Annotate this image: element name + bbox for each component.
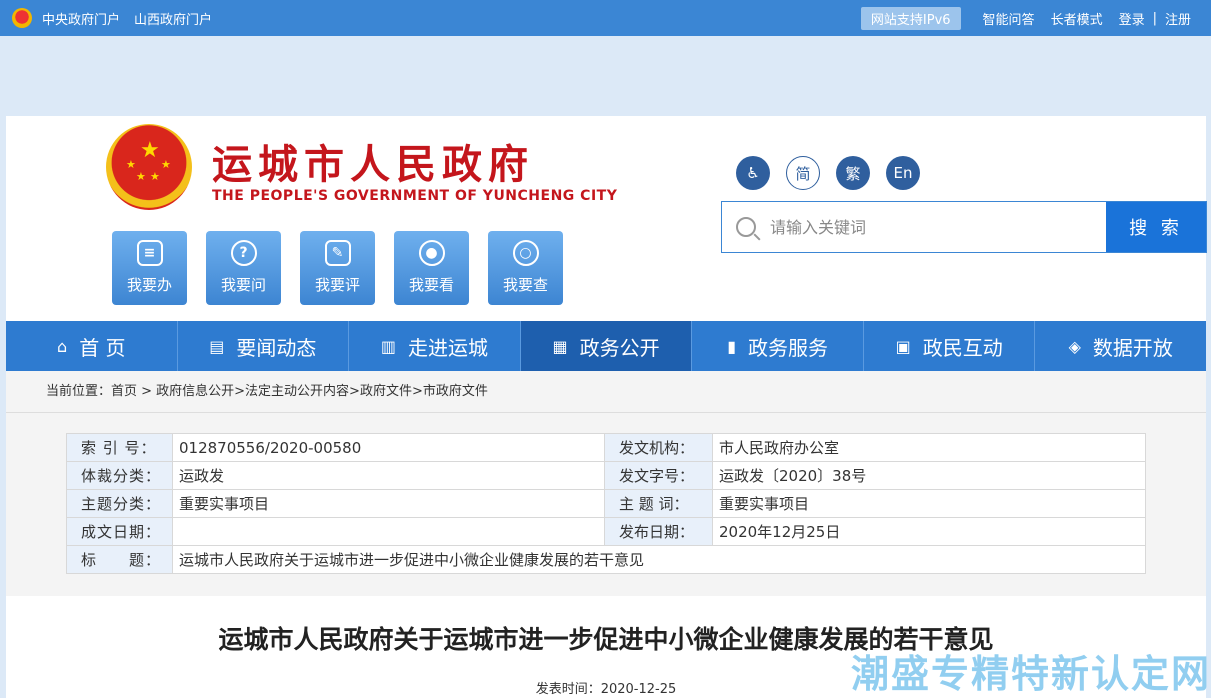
nav-gov-affairs[interactable]: ▦ 政务公开 [520, 321, 693, 371]
central-gov-link[interactable]: 中央政府门户 [42, 9, 120, 28]
quick-view-button[interactable]: ● 我要看 [394, 231, 469, 305]
nav-news[interactable]: ▤ 要闻动态 [178, 321, 350, 371]
nav-home[interactable]: ⌂ 首 页 [6, 321, 178, 371]
nav-services[interactable]: ▮ 政务服务 [692, 321, 864, 371]
language-switcher: ♿ 简 繁 En [736, 156, 936, 190]
site-header: ★ ★ ★ ★ ★ 运城市人民政府 THE PEOPLE'S GOVERNMEN… [6, 116, 1207, 321]
breadcrumb[interactable]: 当前位置：首页 > 政府信息公开>法定主动公开内容>政府文件>市政府文件 [6, 371, 1206, 413]
accessibility-icon[interactable]: ♿ [736, 156, 770, 190]
content-area: 当前位置：首页 > 政府信息公开>法定主动公开内容>政府文件>市政府文件 索 引… [6, 371, 1206, 596]
document-info-table: 索 引 号： 012870556/2020-00580 发文机构： 市人民政府办… [66, 433, 1146, 574]
search-bar: 搜 索 [721, 201, 1207, 253]
newspaper-icon: ▤ [209, 336, 225, 356]
table-row: 主题分类： 重要实事项目 主 题 词： 重要实事项目 [66, 489, 1146, 518]
top-bar: 中央政府门户 山西政府门户 网站支持IPv6 智能问答 长者模式 登录 | 注册 [0, 0, 1211, 36]
eye-icon: ● [418, 240, 445, 266]
search-icon: ○ [512, 240, 539, 266]
table-row: 成文日期： 发布日期： 2020年12月25日 [66, 517, 1146, 546]
quick-search-button[interactable]: ○ 我要查 [488, 231, 563, 305]
nav-open-data[interactable]: ◈ 数据开放 [1035, 321, 1206, 371]
table-row: 标 题： 运城市人民政府关于运城市进一步促进中小微企业健康发展的若干意见 [66, 545, 1146, 574]
english-button[interactable]: En [886, 156, 920, 190]
search-icon [736, 217, 756, 237]
elder-mode-link[interactable]: 长者模式 [1051, 9, 1103, 28]
banner-background [0, 36, 1211, 116]
edit-doc-icon: ≡ [136, 240, 163, 266]
ipv6-badge: 网站支持IPv6 [860, 6, 961, 30]
emblem-icon [12, 8, 32, 28]
quick-rate-button[interactable]: ✎ 我要评 [300, 231, 375, 305]
register-link[interactable]: 注册 [1165, 9, 1191, 28]
national-emblem-logo[interactable]: ★ ★ ★ ★ ★ [106, 124, 192, 216]
bookmark-icon: ▮ [727, 336, 736, 356]
separator: | [1152, 10, 1157, 26]
table-row: 体裁分类： 运政发 发文字号： 运政发〔2020〕38号 [66, 461, 1146, 490]
smart-qa-link[interactable]: 智能问答 [983, 9, 1035, 28]
site-title-cn[interactable]: 运城市人民政府 [212, 132, 534, 190]
simplified-chinese-button[interactable]: 简 [786, 156, 820, 190]
quick-apply-button[interactable]: ≡ 我要办 [112, 231, 187, 305]
nav-interaction[interactable]: ▣ 政民互动 [864, 321, 1036, 371]
shanxi-gov-link[interactable]: 山西政府门户 [134, 9, 212, 28]
home-icon: ⌂ [57, 336, 68, 356]
cube-icon: ◈ [1068, 336, 1081, 356]
pencil-icon: ✎ [324, 240, 351, 266]
chat-icon: ▣ [895, 336, 911, 356]
watermark-text: 潮盛专精特新认定网 [850, 652, 1211, 696]
search-input[interactable] [770, 202, 1106, 252]
table-row: 索 引 号： 012870556/2020-00580 发文机构： 市人民政府办… [66, 433, 1146, 462]
search-button[interactable]: 搜 索 [1106, 202, 1206, 252]
nav-about[interactable]: ▥ 走进运城 [349, 321, 521, 371]
login-link[interactable]: 登录 [1119, 9, 1145, 28]
main-nav: ⌂ 首 页 ▤ 要闻动态 ▥ 走进运城 ▦ 政务公开 ▮ 政务服务 ▣ 政民互动 ◈ 数据开放 [6, 321, 1206, 371]
question-icon: ? [230, 240, 257, 266]
quick-ask-button[interactable]: ? 我要问 [206, 231, 281, 305]
quick-actions: ≡ 我要办 ? 我要问 ✎ 我要评 ● 我要看 ○ 我要查 [112, 231, 582, 305]
site-title-en: THE PEOPLE'S GOVERNMENT OF YUNCHENG CITY [212, 188, 618, 204]
traditional-chinese-button[interactable]: 繁 [836, 156, 870, 190]
book-icon: ▦ [552, 336, 568, 356]
building-icon: ▥ [380, 336, 396, 356]
